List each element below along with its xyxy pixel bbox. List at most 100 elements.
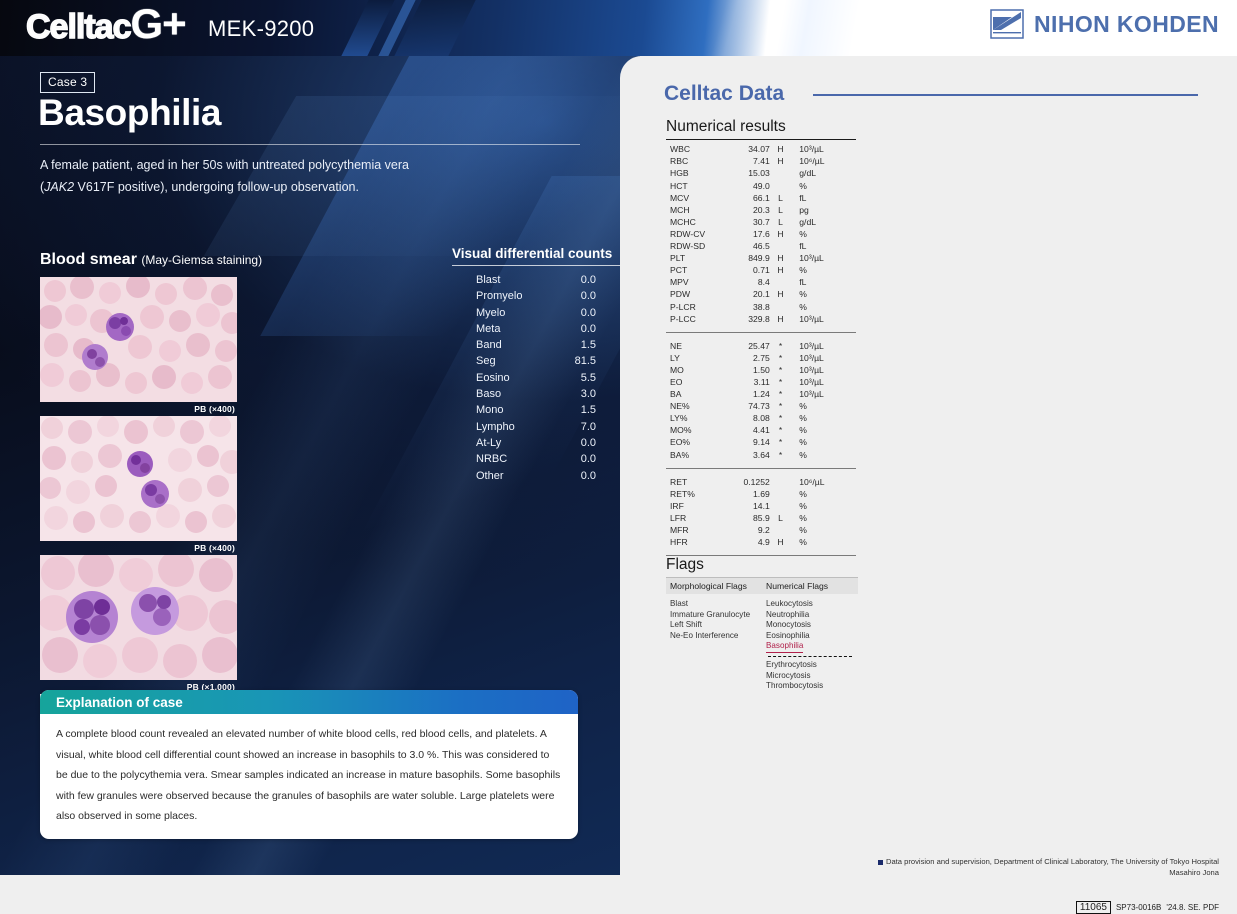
numerical-result-unit: % [791, 449, 856, 461]
vdc-row: Meta0.0 [452, 321, 622, 337]
numerical-result-unit: 10³/µL [791, 252, 856, 264]
numerical-result-unit: g/dL [791, 216, 856, 228]
numerical-result-value: 849.9 [721, 252, 770, 264]
numerical-result-flag: * [770, 364, 792, 376]
smear-caption-1: PB (×400) [194, 404, 235, 414]
numerical-result-row: PCT0.71H% [666, 264, 856, 276]
numerical-result-unit: % [791, 512, 856, 524]
vdc-label: At-Ly [476, 435, 501, 451]
numerical-result-row: EO3.11*10³/µL [666, 376, 856, 388]
numerical-result-unit: % [791, 288, 856, 300]
vdc-divider [452, 265, 622, 266]
numerical-result-row: HFR4.9H% [666, 536, 856, 548]
numerical-result-value: 46.5 [721, 240, 770, 252]
vdc-value: 5.5 [564, 370, 596, 386]
numerical-results-divider-3 [666, 468, 856, 469]
celltac-wordmark: Celltac [26, 8, 131, 46]
smear-micrograph-1 [40, 277, 237, 402]
numerical-result-label: P-LCC [666, 313, 721, 325]
page-header: CelltacG+ MEK-9200 NIHON KOHDEN [0, 0, 1237, 56]
celltac-data-title: Celltac Data [664, 82, 784, 106]
case-description: A female patient, aged in her 50s with u… [40, 140, 600, 198]
numerical-result-value: 38.8 [721, 301, 770, 313]
numerical-result-flag: * [770, 352, 792, 364]
morphological-flag-item: Blast [670, 599, 758, 610]
vdc-label: Mono [476, 402, 504, 418]
numerical-result-row: HGB15.03g/dL [666, 167, 856, 179]
case-desc-line2: (JAK2 V617F positive), undergoing follow… [40, 176, 600, 198]
numerical-result-row: MCHC30.7Lg/dL [666, 216, 856, 228]
numerical-result-row: BA%3.64*% [666, 449, 856, 461]
numerical-result-flag [770, 180, 792, 192]
numerical-flag-item: Thrombocytosis [766, 681, 854, 692]
numerical-result-value: 20.1 [721, 288, 770, 300]
right-panel: Celltac Data Numerical results WBC34.07H… [620, 56, 1237, 875]
numerical-result-label: WBC [666, 143, 721, 155]
header-stripe-1 [341, 0, 394, 56]
numerical-result-row: RDW-SD46.5fL [666, 240, 856, 252]
smear-image-3: PB (×1,000) [40, 555, 237, 680]
smear-micrograph-3 [40, 555, 237, 680]
numerical-result-flag: * [770, 388, 792, 400]
numerical-result-label: MCHC [666, 216, 721, 228]
vdc-value: 0.0 [564, 468, 596, 484]
numerical-result-flag [770, 476, 792, 488]
numerical-result-flag: H [770, 228, 792, 240]
flags-columns: Morphological Flags BlastImmature Granul… [666, 577, 858, 692]
numerical-result-unit: % [791, 500, 856, 512]
numerical-result-flag: * [770, 436, 792, 448]
numerical-result-label: EO [666, 376, 721, 388]
numerical-result-row: MFR9.2% [666, 524, 856, 536]
vdc-value: 81.5 [564, 353, 596, 369]
numerical-result-flag: * [770, 449, 792, 461]
numerical-result-label: HFR [666, 536, 721, 548]
numerical-result-row: RDW-CV17.6H% [666, 228, 856, 240]
numerical-result-label: LFR [666, 512, 721, 524]
model-number: MEK-9200 [208, 16, 314, 42]
blood-smear-title: Blood smear (May-Giemsa staining) [40, 251, 262, 269]
numerical-result-flag: H [770, 264, 792, 276]
numerical-result-value: 0.1252 [721, 476, 770, 488]
explanation-of-case-body: A complete blood count revealed an eleva… [40, 714, 578, 827]
numerical-result-row: RET0.125210⁶/µL [666, 476, 856, 488]
celltac-data-divider [813, 94, 1198, 96]
numerical-flags-column: Numerical Flags LeukocytosisNeutrophilia… [762, 577, 858, 692]
numerical-flag-item: Microcytosis [766, 671, 854, 682]
numerical-result-row: MO1.50*10³/µL [666, 364, 856, 376]
numerical-result-flag: H [770, 536, 792, 548]
numerical-result-flag [770, 240, 792, 252]
vdc-label: NRBC [476, 451, 507, 467]
vdc-row: NRBC0.0 [452, 451, 622, 467]
numerical-result-value: 2.75 [721, 352, 770, 364]
vdc-value: 0.0 [564, 272, 596, 288]
numerical-result-label: HCT [666, 180, 721, 192]
numerical-result-flag [770, 524, 792, 536]
explanation-of-case-title: Explanation of case [40, 690, 578, 714]
flags-title: Flags [666, 556, 858, 574]
numerical-result-row: MCV66.1LfL [666, 192, 856, 204]
nihon-kohden-logo: NIHON KOHDEN [990, 9, 1219, 39]
vdc-label: Myelo [476, 305, 505, 321]
smear-image-2: PB (×400) [40, 416, 237, 541]
numerical-result-value: 30.7 [721, 216, 770, 228]
numerical-result-flag [770, 500, 792, 512]
vdc-row: Eosino5.5 [452, 370, 622, 386]
bullet-square-icon [878, 860, 883, 865]
numerical-result-row: P-LCR38.8% [666, 301, 856, 313]
numerical-result-unit: % [791, 301, 856, 313]
vdc-row: Lympho7.0 [452, 419, 622, 435]
numerical-result-row: PDW20.1H% [666, 288, 856, 300]
numerical-result-label: PCT [666, 264, 721, 276]
numerical-flag-item: Neutrophilia [766, 610, 854, 621]
numerical-flags-top: LeukocytosisNeutrophiliaMonocytosisEosin… [766, 599, 854, 641]
numerical-result-flag: * [770, 412, 792, 424]
vdc-label: Lympho [476, 419, 515, 435]
smear-image-1: PB (×400) [40, 277, 237, 402]
numerical-result-flag [770, 301, 792, 313]
numerical-flag-item: Monocytosis [766, 620, 854, 631]
numerical-result-row: PLT849.9H10³/µL [666, 252, 856, 264]
numerical-result-flag: H [770, 252, 792, 264]
numerical-flag-item: Leukocytosis [766, 599, 854, 610]
vdc-value: 0.0 [564, 435, 596, 451]
numerical-result-flag: * [770, 424, 792, 436]
